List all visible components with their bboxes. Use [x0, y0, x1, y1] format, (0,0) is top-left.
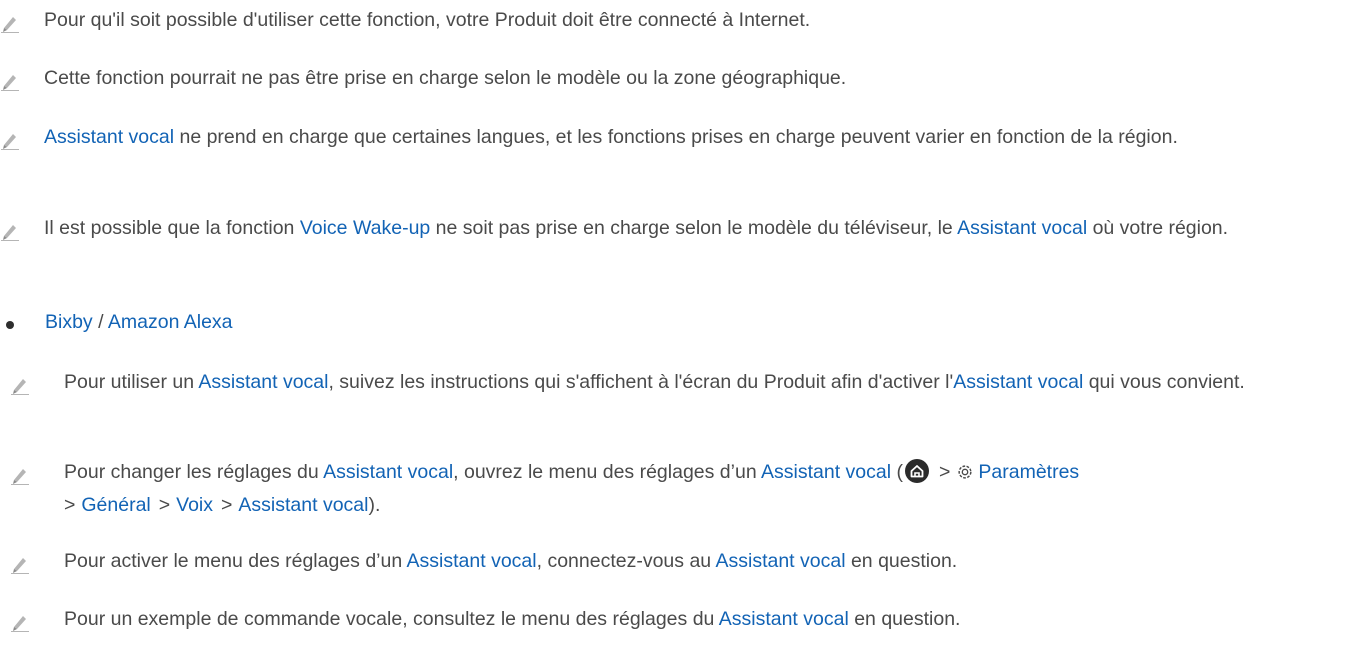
note-text: Pour activer le menu des réglages d’un A…: [64, 550, 958, 572]
breadcrumb-voix[interactable]: Voix: [176, 494, 213, 516]
link-bixby[interactable]: Bixby: [45, 311, 93, 333]
link-assistant-vocal[interactable]: Assistant vocal: [407, 550, 537, 572]
breadcrumb-parametres[interactable]: Paramètres: [978, 461, 1079, 483]
link-assistant-vocal[interactable]: Assistant vocal: [957, 217, 1087, 239]
subnote-activate-menu: Pour activer le menu des réglages d’un A…: [10, 545, 1344, 578]
pencil-note-icon: [11, 616, 29, 632]
subnote-example-command: Pour un exemple de commande vocale, cons…: [10, 603, 1344, 636]
chevron-right-icon: >: [939, 461, 951, 483]
note-text: Assistant vocal ne prend en charge que c…: [44, 126, 1178, 148]
subnote-use-assistant: Pour utiliser un Assistant vocal, suivez…: [10, 366, 1344, 399]
pencil-note-icon: [1, 225, 19, 241]
note-internet: Pour qu'il soit possible d'utiliser cett…: [0, 4, 1344, 37]
home-icon[interactable]: [905, 459, 929, 483]
link-assistant-vocal[interactable]: Assistant vocal: [44, 126, 174, 148]
note-text: Pour utiliser un Assistant vocal, suivez…: [64, 371, 1245, 393]
link-assistant-vocal[interactable]: Assistant vocal: [719, 608, 849, 630]
note-text: Il est possible que la fonction Voice Wa…: [44, 217, 1229, 239]
chevron-right-icon: >: [64, 494, 76, 516]
breadcrumb-general[interactable]: Général: [81, 494, 150, 516]
pencil-note-icon: [11, 469, 29, 485]
chevron-right-icon: >: [158, 494, 171, 516]
pencil-note-icon: [1, 17, 19, 33]
pencil-note-icon: [1, 75, 19, 91]
link-assistant-vocal[interactable]: Assistant vocal: [715, 550, 845, 572]
subnote-change-settings: Pour changer les réglages du Assistant v…: [10, 456, 1344, 522]
chevron-right-icon: >: [221, 494, 233, 516]
pencil-note-icon: [11, 379, 29, 395]
note-languages: Assistant vocal ne prend en charge que c…: [0, 121, 1344, 154]
link-assistant-vocal[interactable]: Assistant vocal: [323, 461, 453, 483]
note-region-model: Cette fonction pourrait ne pas être pris…: [0, 62, 1344, 95]
link-assistant-vocal[interactable]: Assistant vocal: [953, 371, 1083, 393]
link-assistant-vocal[interactable]: Assistant vocal: [761, 461, 891, 483]
pencil-note-icon: [1, 134, 19, 150]
breadcrumb-assistant-vocal[interactable]: Assistant vocal: [238, 494, 368, 516]
note-text: Pour un exemple de commande vocale, cons…: [64, 608, 961, 630]
link-amazon-alexa[interactable]: Amazon Alexa: [108, 311, 233, 333]
link-assistant-vocal[interactable]: Assistant vocal: [198, 371, 328, 393]
note-text: Pour changer les réglages du Assistant v…: [64, 456, 1344, 522]
note-text: Pour qu'il soit possible d'utiliser cett…: [44, 9, 811, 31]
link-voice-wakeup[interactable]: Voice Wake-up: [300, 217, 430, 239]
gear-icon: [958, 465, 972, 479]
bullet-dot: [6, 321, 14, 329]
note-voice-wakeup: Il est possible que la fonction Voice Wa…: [0, 212, 1344, 245]
bullet-bixby-alexa: Bixby / Amazon Alexa: [0, 306, 1344, 339]
pencil-note-icon: [11, 558, 29, 574]
note-text: Cette fonction pourrait ne pas être pris…: [44, 67, 847, 89]
